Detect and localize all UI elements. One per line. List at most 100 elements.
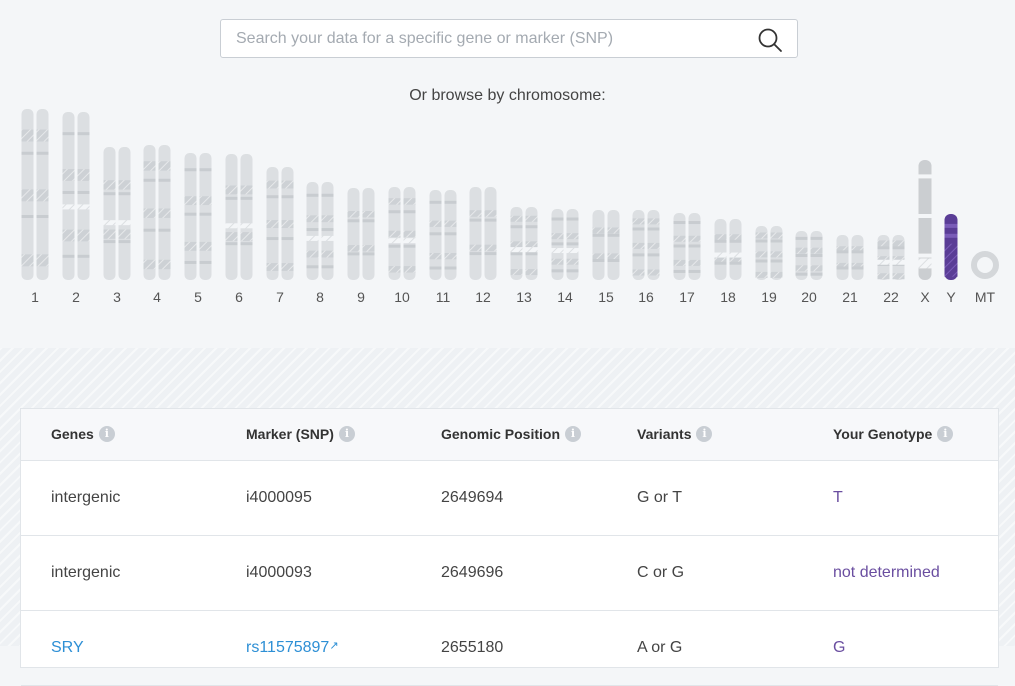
chromosome-band [592, 259, 605, 262]
chromosome-x[interactable]: X [918, 160, 932, 305]
chromosome-band [143, 228, 156, 232]
chromosome-band [877, 246, 890, 250]
chromosome-band [714, 239, 727, 243]
chromosome-band [281, 220, 294, 229]
chromosome-5[interactable]: 5 [184, 153, 212, 305]
chromosome-18[interactable]: 18 [714, 219, 742, 305]
info-icon[interactable]: i [565, 426, 582, 442]
chromosome-browser-panel: Or browse by chromosome: 123456789101112… [0, 0, 1015, 348]
chromosome-band [266, 220, 279, 229]
marker-link[interactable]: rs11575897↗ [246, 639, 339, 657]
chromosome-band [266, 195, 279, 199]
chromosome-band [321, 228, 334, 232]
chromosome-band [62, 169, 75, 181]
chromosome-band [551, 248, 564, 254]
chromosome-band [714, 234, 727, 241]
gene-search-input[interactable] [221, 20, 756, 57]
chromosome-band [770, 271, 783, 278]
chromosome-band [388, 198, 401, 205]
chromosome-label: 4 [153, 289, 161, 305]
info-icon[interactable]: i [937, 426, 954, 442]
chromosome-label: 17 [679, 289, 695, 305]
chromosome-4[interactable]: 4 [143, 145, 171, 305]
header-genes: Genes i [51, 426, 115, 442]
chromosome-band [388, 210, 401, 214]
chromosome-band [306, 228, 319, 232]
chromosome-band [118, 192, 131, 196]
chromosome-2[interactable]: 2 [62, 112, 90, 305]
chromosome-label: 13 [516, 289, 532, 305]
chromosome-17[interactable]: 17 [673, 213, 701, 305]
info-icon[interactable]: i [338, 426, 355, 442]
chromosome-band [347, 219, 360, 223]
chromosome-band [266, 237, 279, 241]
chromosome-band [225, 196, 238, 200]
chromosome-12[interactable]: 12 [469, 187, 497, 305]
chromosome-22[interactable]: 22 [877, 235, 905, 305]
chromosome-band [444, 253, 457, 260]
chromosome-3[interactable]: 3 [103, 147, 131, 305]
chromosome-band [429, 220, 442, 227]
chromosome-band [755, 271, 768, 278]
chromosome-band [510, 269, 523, 276]
chromosome-band [403, 238, 416, 244]
chromosome-band [103, 229, 116, 239]
chromosome-band [103, 220, 116, 226]
chromosome-band [403, 198, 416, 205]
chromosome-band [484, 244, 497, 252]
chromosome-9[interactable]: 9 [347, 188, 375, 305]
genotype-cell: G [833, 639, 846, 656]
chromosome-band [403, 230, 416, 238]
chromosome-16[interactable]: 16 [632, 210, 660, 305]
chromosome-band [321, 215, 334, 223]
chromosome-band [810, 247, 823, 254]
chromosome-ideogram: 1 2 3 4 5 6 7 8 9 10 11 12 13 14 15 16 17 18 19 20 21 22 X Y MT [21, 109, 999, 305]
chromosome-band [484, 210, 497, 217]
chromosome-band [836, 266, 849, 270]
chromosome-band [810, 272, 823, 276]
chromosome-band [403, 244, 416, 248]
chromosome-21[interactable]: 21 [836, 235, 864, 305]
chromosome-band [21, 215, 34, 219]
chromosome-band [892, 246, 905, 250]
chromosome-11[interactable]: 11 [429, 190, 457, 305]
chromosome-band [77, 169, 90, 181]
marker-cell: i4000093 [246, 564, 312, 581]
chromosome-band [566, 233, 579, 240]
chromosome-19[interactable]: 19 [755, 226, 783, 305]
chromosome-band [184, 168, 197, 172]
chromosome-6[interactable]: 6 [225, 154, 253, 305]
chromosome-band [795, 272, 808, 276]
chromosome-15[interactable]: 15 [592, 210, 620, 305]
chromosome-band [944, 233, 958, 238]
chromosome-y[interactable]: Y [944, 214, 958, 305]
chromosome-band [877, 259, 890, 265]
chromosome-label: 9 [357, 289, 365, 305]
chromosome-13[interactable]: 13 [510, 207, 538, 305]
table-row: SRY rs11575897↗ 2655180 A or G G [21, 611, 998, 686]
info-icon[interactable]: i [98, 426, 115, 442]
chromosome-band [347, 211, 360, 218]
chromosome-band [36, 189, 49, 202]
chromosome-band [444, 232, 457, 236]
chromosome-20[interactable]: 20 [795, 231, 823, 305]
chromosome-band [551, 233, 564, 240]
variants-cell: C or G [637, 564, 685, 581]
chromosome-1[interactable]: 1 [21, 109, 49, 305]
gene-link[interactable]: SRY [51, 639, 84, 657]
search-icon[interactable] [757, 27, 783, 53]
chromatid [240, 154, 253, 280]
chromosome-band [306, 235, 319, 241]
header-genotype: Your Genotype i [833, 426, 954, 442]
chromosome-14[interactable]: 14 [551, 209, 579, 305]
chromosome-7[interactable]: 7 [266, 167, 294, 305]
info-icon[interactable]: i [696, 426, 713, 442]
chromosome-band [36, 151, 49, 155]
chromosome-band [103, 192, 116, 196]
chromosome-10[interactable]: 10 [388, 187, 416, 305]
chromosome-8[interactable]: 8 [306, 182, 334, 305]
chromosome-band [403, 210, 416, 214]
chromosome-mt[interactable]: MT [971, 251, 999, 305]
variants-cell: G or T [637, 489, 683, 506]
chromosome-band [77, 190, 90, 194]
